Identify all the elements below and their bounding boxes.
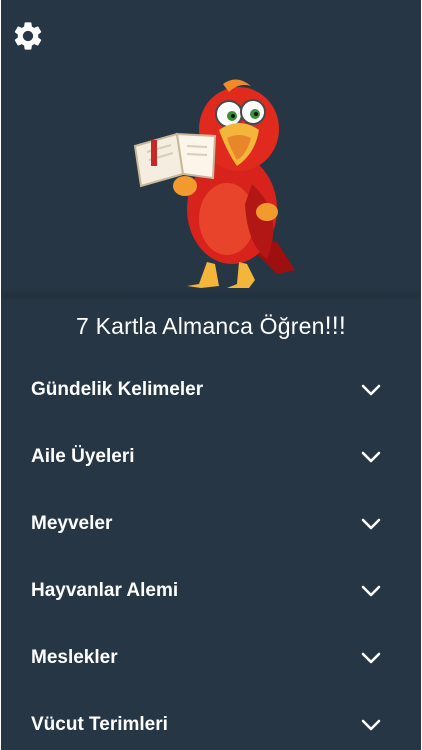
menu-item-label: Meslekler: [31, 647, 118, 668]
chevron-down-icon: [361, 450, 381, 464]
chevron-down-icon: [361, 718, 381, 732]
parrot-reading-book-illustration: [133, 79, 295, 288]
page-title: 7 Kartla Almanca Öğren!!!: [1, 312, 421, 341]
menu-item-label: Hayvanlar Alemi: [31, 580, 179, 601]
chevron-down-icon: [361, 383, 381, 397]
title-main: 7 Kartla Almanca Öğren: [75, 313, 325, 339]
settings-button[interactable]: [11, 19, 45, 53]
menu-item-meyveler[interactable]: Meyveler: [1, 491, 421, 558]
menu-item-vucut-terimleri[interactable]: Vücut Terimleri: [1, 692, 421, 750]
category-menu: Gündelik Kelimeler Aile Üyeleri Meyveler…: [1, 357, 421, 750]
menu-item-label: Aile Üyeleri: [31, 446, 135, 467]
header-divider: [1, 288, 421, 302]
menu-item-meslekler[interactable]: Meslekler: [1, 625, 421, 692]
menu-item-hayvanlar-alemi[interactable]: Hayvanlar Alemi: [1, 558, 421, 625]
menu-item-label: Gündelik Kelimeler: [31, 379, 204, 400]
menu-item-gundelik-kelimeler[interactable]: Gündelik Kelimeler: [1, 357, 421, 424]
parrot-mascot: [127, 74, 303, 296]
app-screen: 7 Kartla Almanca Öğren!!! Gündelik Kelim…: [1, 0, 421, 750]
chevron-down-icon: [361, 651, 381, 665]
menu-item-label: Vücut Terimleri: [31, 714, 168, 735]
chevron-down-icon: [361, 584, 381, 598]
gear-icon: [14, 22, 42, 50]
chevron-down-icon: [361, 517, 381, 531]
menu-item-aile-uyeleri[interactable]: Aile Üyeleri: [1, 424, 421, 491]
menu-item-label: Meyveler: [31, 513, 113, 534]
title-exclaim: !!!: [324, 312, 347, 340]
